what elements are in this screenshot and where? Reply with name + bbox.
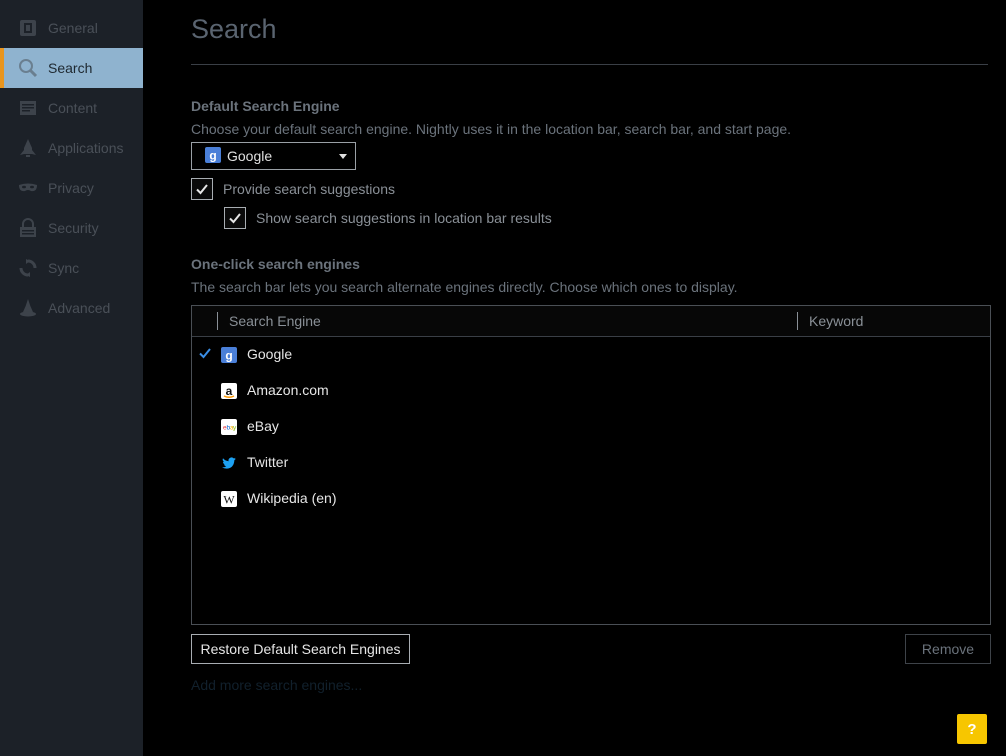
column-separator bbox=[797, 312, 798, 330]
google-icon: g bbox=[205, 146, 221, 166]
google-icon: g bbox=[221, 347, 237, 363]
default-engine-dropdown[interactable]: g Google bbox=[191, 142, 356, 170]
engine-name: Wikipedia (en) bbox=[247, 490, 337, 506]
show-suggestions-row[interactable]: Show search suggestions in location bar … bbox=[224, 207, 552, 229]
restore-defaults-button[interactable]: Restore Default Search Engines bbox=[191, 634, 410, 664]
sidebar-item-label: Sync bbox=[48, 260, 80, 276]
svg-text:a: a bbox=[226, 384, 233, 398]
engine-name: Amazon.com bbox=[247, 382, 329, 398]
provide-suggestions-row[interactable]: Provide search suggestions bbox=[191, 178, 395, 200]
general-icon bbox=[18, 18, 38, 38]
default-engine-description: Choose your default search engine. Night… bbox=[191, 121, 792, 137]
search-engine-table: Search Engine Keyword g Google a Amazon.… bbox=[191, 305, 991, 625]
column-header-search-engine[interactable]: Search Engine bbox=[229, 306, 321, 336]
default-engine-heading: Default Search Engine bbox=[191, 98, 340, 114]
table-row[interactable]: ebay eBay bbox=[192, 409, 990, 445]
sidebar-item-label: Privacy bbox=[48, 180, 94, 196]
engine-name: Twitter bbox=[247, 454, 289, 470]
provide-suggestions-checkbox[interactable] bbox=[191, 178, 213, 200]
privacy-mask-icon bbox=[18, 178, 38, 198]
one-click-description: The search bar lets you search alternate… bbox=[191, 279, 738, 295]
sidebar-item-label: Advanced bbox=[48, 300, 111, 316]
sidebar-item-privacy[interactable]: Privacy bbox=[0, 168, 143, 208]
remove-button[interactable]: Remove bbox=[905, 634, 991, 664]
advanced-wizard-icon bbox=[18, 298, 38, 318]
sidebar-item-label: Security bbox=[48, 220, 99, 236]
sidebar-item-advanced[interactable]: Advanced bbox=[0, 288, 143, 328]
chevron-down-icon bbox=[339, 154, 347, 159]
sidebar-item-label: Applications bbox=[48, 140, 124, 156]
show-suggestions-checkbox[interactable] bbox=[224, 207, 246, 229]
amazon-icon: a bbox=[221, 383, 237, 399]
svg-text:g: g bbox=[209, 148, 216, 162]
sidebar-item-security[interactable]: Security bbox=[0, 208, 143, 248]
engine-name: Google bbox=[247, 346, 293, 362]
table-header: Search Engine Keyword bbox=[192, 306, 990, 337]
provide-suggestions-label: Provide search suggestions bbox=[223, 181, 395, 197]
dropdown-selected-value: Google bbox=[227, 148, 273, 164]
sidebar-item-label: General bbox=[48, 20, 98, 36]
sidebar-item-sync[interactable]: Sync bbox=[0, 248, 143, 288]
show-suggestions-label: Show search suggestions in location bar … bbox=[256, 210, 552, 226]
security-lock-icon bbox=[18, 218, 38, 238]
column-header-keyword[interactable]: Keyword bbox=[809, 306, 863, 336]
svg-text:W: W bbox=[223, 493, 235, 507]
add-more-engines-link[interactable]: Add more search engines... bbox=[191, 677, 362, 693]
one-click-heading: One-click search engines bbox=[191, 256, 360, 272]
search-icon bbox=[18, 58, 38, 78]
table-row[interactable]: a Amazon.com bbox=[192, 373, 990, 409]
sidebar-item-label: Search bbox=[48, 60, 93, 76]
sidebar-item-search[interactable]: Search bbox=[0, 48, 143, 88]
help-button[interactable]: ? bbox=[957, 714, 987, 744]
table-row[interactable]: g Google bbox=[192, 337, 990, 373]
table-row[interactable]: W Wikipedia (en) bbox=[192, 481, 990, 517]
applications-icon bbox=[18, 138, 38, 158]
sidebar-item-general[interactable]: General bbox=[0, 8, 143, 48]
twitter-icon bbox=[222, 457, 236, 469]
sidebar-item-content[interactable]: Content bbox=[0, 88, 143, 128]
sidebar-item-applications[interactable]: Applications bbox=[0, 128, 143, 168]
checkmark-icon[interactable] bbox=[198, 346, 212, 360]
main-panel: Search Default Search Engine Choose your… bbox=[191, 0, 991, 756]
table-row[interactable]: Twitter bbox=[192, 445, 990, 481]
svg-text:g: g bbox=[225, 349, 232, 363]
page-title: Search bbox=[191, 14, 277, 44]
title-divider bbox=[191, 64, 988, 65]
sidebar-item-label: Content bbox=[48, 100, 98, 116]
content-icon bbox=[18, 98, 38, 118]
wikipedia-icon: W bbox=[221, 491, 237, 507]
ebay-icon: ebay bbox=[221, 419, 237, 435]
column-separator bbox=[217, 312, 218, 330]
sidebar: General Search Content Applications Priv… bbox=[0, 0, 143, 756]
engine-name: eBay bbox=[247, 418, 279, 434]
sync-icon bbox=[18, 258, 38, 278]
